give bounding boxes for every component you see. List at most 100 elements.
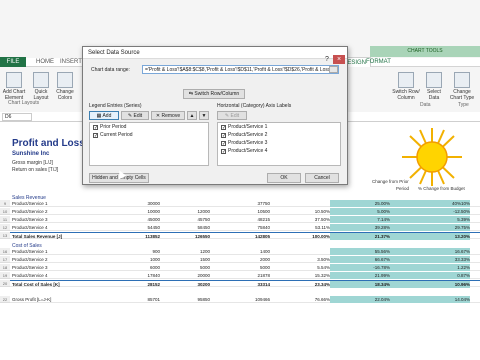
cell-b[interactable] (170, 200, 210, 207)
cell-f[interactable]: 5.39% (390, 216, 470, 223)
tab-insert[interactable]: INSERT (60, 57, 82, 67)
cell-a[interactable]: 6000 (120, 264, 160, 271)
cell-label[interactable]: Product/Service 4 (12, 272, 82, 279)
category-item[interactable]: ✓ Product/Service 3 (221, 139, 267, 147)
change-chart-type-button[interactable]: Change Chart Type (448, 72, 476, 101)
cell-e[interactable]: 21.37% (330, 233, 390, 240)
cell-c[interactable]: 37750 (230, 200, 270, 207)
cell-b[interactable]: 30200 (170, 281, 210, 288)
cell-f[interactable]: 10.96% (390, 281, 470, 288)
cell-e[interactable]: 18.34% (330, 281, 390, 288)
cell-d[interactable]: 76.66% (270, 296, 330, 303)
cell-label[interactable]: Product/Service 4 (12, 224, 82, 231)
cell-c[interactable]: 10500 (230, 208, 270, 215)
help-button[interactable]: ? (321, 55, 333, 64)
cell-d[interactable]: 15.32% (270, 272, 330, 279)
row-header[interactable]: 18 (0, 264, 10, 271)
move-up-button[interactable]: ▲ (187, 111, 197, 120)
remove-series-button[interactable]: ✕ Remove (151, 111, 185, 120)
cell-f[interactable]: -12.50% (390, 208, 470, 215)
edit-axis-button[interactable]: ✎ Edit (217, 111, 247, 120)
category-item[interactable]: ✓ Product/Service 2 (221, 131, 267, 139)
cell-d[interactable]: 100.00% (270, 233, 330, 240)
cell-b[interactable]: 1200 (170, 248, 210, 255)
checkbox-checked-icon[interactable]: ✓ (221, 141, 226, 147)
cell-c[interactable]: 2000 (230, 256, 270, 263)
cell-b[interactable]: 12000 (170, 208, 210, 215)
cell-f[interactable]: 40%10% (390, 200, 470, 207)
cell-f[interactable]: 29.75% (390, 224, 470, 231)
cell-d[interactable]: 53.11% (270, 224, 330, 231)
cell-label[interactable]: Total Cost of Sales [K] (12, 281, 82, 288)
cell-d[interactable] (270, 200, 330, 207)
table-row[interactable]: Product/Service 4 17840 20000 21878 15.32% 21… (10, 272, 480, 279)
edit-series-button[interactable]: ✎ Edit (121, 111, 149, 120)
cell-a[interactable]: 1000 (120, 256, 160, 263)
cell-a[interactable]: 28152 (120, 281, 160, 288)
checkbox-checked-icon[interactable]: ✓ (221, 149, 226, 155)
cell-b[interactable]: 95850 (170, 296, 210, 303)
cell-c[interactable]: 75840 (230, 224, 270, 231)
category-item[interactable]: ✓ Product/Service 1 (221, 123, 267, 131)
cell-e[interactable]: 5.00% (330, 208, 390, 215)
move-down-button[interactable]: ▼ (199, 111, 209, 120)
row-header[interactable]: 10 (0, 208, 10, 215)
cell-b[interactable]: 1500 (170, 256, 210, 263)
cell-a[interactable]: 113852 (120, 233, 160, 240)
cell-e[interactable]: 21.99% (330, 272, 390, 279)
table-row[interactable]: Gross Profit [L=J-K] 85701 95850 109466 76.6… (10, 296, 480, 303)
cell-label[interactable]: Product/Service 2 (12, 256, 82, 263)
cell-f[interactable]: 14.04% (390, 296, 470, 303)
table-row[interactable]: Product/Service 2 1000 1500 2000 3.50% 66.67%… (10, 256, 480, 263)
cell-d[interactable] (270, 248, 330, 255)
cell-c[interactable]: 142805 (230, 233, 270, 240)
tab-file[interactable]: FILE (0, 57, 26, 67)
cell-f[interactable]: 0.87% (390, 272, 470, 279)
cell-e[interactable]: 55.56% (330, 248, 390, 255)
category-list[interactable]: ✓ Product/Service 1 ✓ Product/Service 2 ✓ P… (217, 122, 341, 166)
quick-layout-button[interactable]: Quick Layout (30, 72, 52, 101)
cell-e[interactable]: -16.78% (330, 264, 390, 271)
switch-row-column-button[interactable]: Switch Row/ Column (392, 72, 420, 101)
select-data-button[interactable]: Select Data (424, 72, 444, 101)
cell-f[interactable]: 13.20% (390, 233, 470, 240)
cell-b[interactable]: 126550 (170, 233, 210, 240)
close-button[interactable]: × (333, 55, 345, 64)
cell-c[interactable]: 21878 (230, 272, 270, 279)
checkbox-checked-icon[interactable]: ✓ (221, 125, 226, 131)
cell-label[interactable]: Product/Service 2 (12, 208, 82, 215)
checkbox-checked-icon[interactable]: ✓ (221, 133, 226, 139)
row-header[interactable]: 20 (0, 280, 10, 287)
table-row[interactable]: Product/Service 3 6000 5000 5000 5.54% -16.78… (10, 264, 480, 271)
cell-a[interactable]: 54450 (120, 224, 160, 231)
tab-home[interactable]: HOME (36, 57, 54, 67)
cell-d[interactable]: 37.50% (270, 216, 330, 223)
series-list[interactable]: ✓ Prior Period ✓ Current Period (89, 122, 209, 166)
table-row[interactable]: Product/Service 3 45000 45750 48215 37.50% 7.… (10, 216, 480, 223)
table-row[interactable]: Product/Service 1 30000 37750 25.00% 40%10% (10, 200, 480, 207)
tab-format[interactable]: FORMAT (366, 57, 391, 67)
chart-range-input[interactable]: ='Profit & Loss'!$A$8:$C$8,'Profit & Los… (142, 65, 339, 74)
cell-e[interactable]: 22.04% (330, 296, 390, 303)
row-header[interactable]: 11 (0, 216, 10, 223)
cell-e[interactable]: 7.14% (330, 216, 390, 223)
cell-a[interactable]: 900 (120, 248, 160, 255)
category-item[interactable]: ✓ Product/Service 4 (221, 147, 267, 155)
cell-d[interactable]: 3.50% (270, 256, 330, 263)
cell-label[interactable]: Gross Profit [L=J-K] (12, 296, 82, 303)
series-item[interactable]: ✓ Prior Period (93, 123, 126, 131)
cell-a[interactable]: 17840 (120, 272, 160, 279)
row-header[interactable]: 12 (0, 224, 10, 231)
cell-label[interactable]: Product/Service 1 (12, 248, 82, 255)
name-box[interactable]: D6 (2, 113, 32, 121)
cell-label[interactable]: Product/Service 3 (12, 216, 82, 223)
row-header[interactable]: 13 (0, 232, 10, 239)
table-row[interactable]: Total Cost of Sales [K] 28152 30200 33314 23… (10, 280, 480, 288)
cell-label[interactable]: Product/Service 1 (12, 200, 82, 207)
cell-d[interactable]: 23.34% (270, 281, 330, 288)
cell-label[interactable]: Product/Service 3 (12, 264, 82, 271)
cell-b[interactable]: 45750 (170, 216, 210, 223)
cell-e[interactable]: 39.28% (330, 224, 390, 231)
row-header[interactable]: 17 (0, 256, 10, 263)
ok-button[interactable]: OK (267, 173, 301, 183)
